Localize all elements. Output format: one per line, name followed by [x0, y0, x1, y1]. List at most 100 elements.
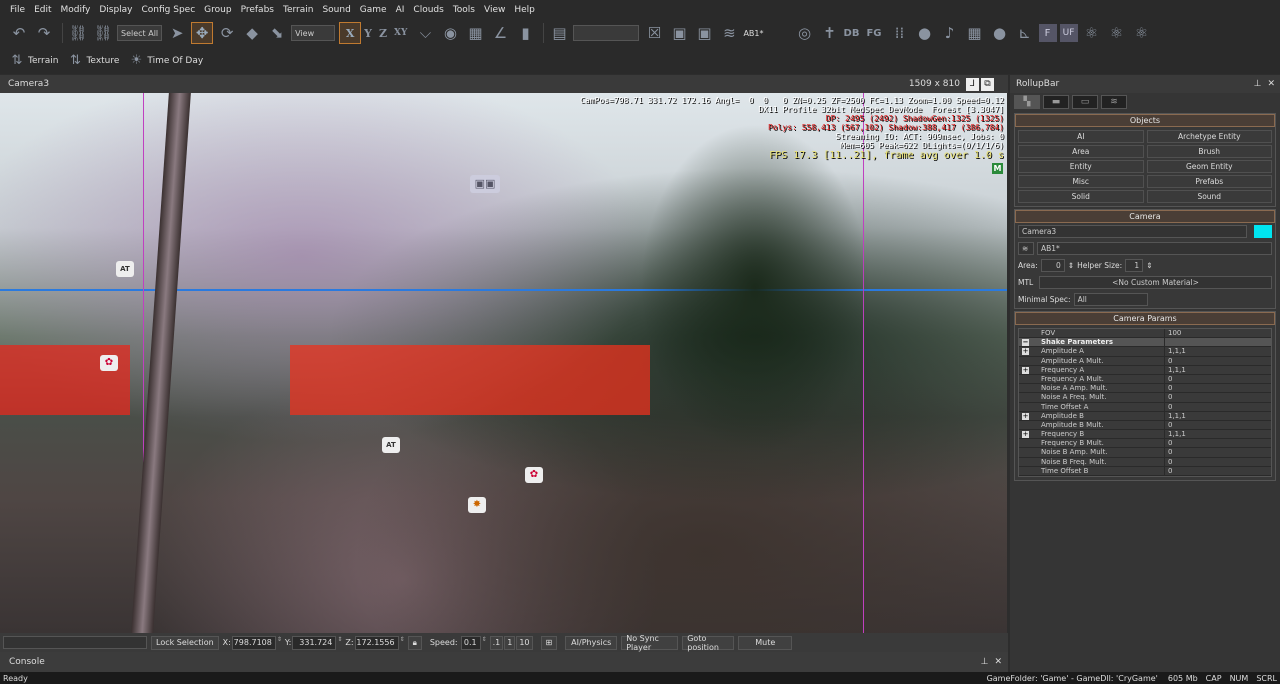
- axis-y-button[interactable]: Y: [364, 27, 372, 40]
- pin-icon[interactable]: ⊥: [981, 657, 989, 667]
- property-row[interactable]: + Amplitude B 1,1,1: [1019, 411, 1271, 421]
- property-value[interactable]: 0: [1165, 458, 1172, 466]
- axis-z-button[interactable]: Z: [379, 27, 387, 40]
- entity-helper-icon[interactable]: ✿: [525, 467, 543, 483]
- layer-icon[interactable]: ≋: [1018, 242, 1034, 255]
- menu-display[interactable]: Display: [99, 5, 132, 15]
- object-layer-field[interactable]: AB1*: [1037, 242, 1272, 255]
- object-name-input[interactable]: Camera3: [1018, 225, 1247, 238]
- property-row[interactable]: + Amplitude A 1,1,1: [1019, 347, 1271, 357]
- property-row[interactable]: Amplitude B Mult. 0: [1019, 420, 1271, 431]
- particle-helper-icon[interactable]: ✸: [468, 497, 486, 513]
- property-row[interactable]: Frequency A Mult. 0: [1019, 374, 1271, 385]
- import-icon[interactable]: ▣: [693, 22, 715, 44]
- expand-icon[interactable]: +: [1022, 348, 1029, 356]
- property-value[interactable]: 1,1,1: [1165, 366, 1186, 374]
- minimal-spec-dropdown[interactable]: All: [1073, 293, 1148, 306]
- menu-prefabs[interactable]: Prefabs: [241, 5, 274, 15]
- export-icon[interactable]: ▣: [668, 22, 690, 44]
- select-arrow-icon[interactable]: ➤: [166, 22, 188, 44]
- property-row[interactable]: Noise A Amp. Mult. 0: [1019, 384, 1271, 394]
- property-value[interactable]: 0: [1165, 357, 1172, 365]
- property-row[interactable]: Time Offset A 0: [1019, 402, 1271, 412]
- move-icon[interactable]: ✥: [191, 22, 214, 44]
- property-value[interactable]: 0: [1165, 467, 1172, 475]
- property-row[interactable]: Time Offset B 0: [1019, 466, 1271, 476]
- property-row[interactable]: Amplitude A Mult. 0: [1019, 356, 1271, 366]
- pin-icon[interactable]: ⊥: [1254, 79, 1262, 89]
- area-input[interactable]: 0: [1040, 259, 1065, 272]
- x-spinner[interactable]: ⇕: [277, 636, 282, 650]
- ai-physics-button[interactable]: AI/Physics: [565, 635, 618, 650]
- camera-icon[interactable]: ◉: [439, 22, 461, 44]
- layers-icon[interactable]: ≋: [718, 22, 740, 44]
- angle-snap-icon[interactable]: ∠: [489, 22, 511, 44]
- property-value[interactable]: 0: [1165, 439, 1172, 447]
- object-ai-button[interactable]: AI: [1018, 130, 1144, 143]
- ai-pick-icon[interactable]: ♪: [939, 22, 961, 44]
- viewport-resolution[interactable]: 1509 x 810: [909, 79, 960, 89]
- viewport-axis-icon[interactable]: ⅃: [966, 77, 979, 91]
- grid-dots-icon[interactable]: ⁞⁞: [889, 22, 911, 44]
- close-icon[interactable]: ✕: [1267, 79, 1275, 89]
- property-row[interactable]: − Shake Parameters: [1019, 338, 1271, 348]
- menu-ai[interactable]: AI: [396, 5, 405, 15]
- property-value[interactable]: 1,1,1: [1165, 347, 1186, 355]
- tab-display-icon[interactable]: ▭: [1072, 95, 1098, 109]
- property-value[interactable]: 100: [1165, 329, 1181, 337]
- expand-icon[interactable]: +: [1022, 412, 1029, 420]
- physics-icon[interactable]: ◎: [794, 22, 816, 44]
- tab-objects-icon[interactable]: ▚: [1014, 95, 1040, 109]
- menu-terrain[interactable]: Terrain: [283, 5, 313, 15]
- property-value[interactable]: [1165, 338, 1168, 346]
- terminal-icon[interactable]: ⊞: [540, 635, 558, 650]
- helper-size-spinner[interactable]: ⇕: [1146, 261, 1152, 270]
- current-layer[interactable]: AB1*: [743, 29, 763, 38]
- database-button[interactable]: DB: [844, 28, 860, 39]
- z-spinner[interactable]: ⇕: [400, 636, 405, 650]
- property-row[interactable]: FOV 100: [1019, 329, 1271, 339]
- property-row[interactable]: + Frequency B 1,1,1: [1019, 430, 1271, 440]
- camera-params-header[interactable]: Camera Params: [1015, 312, 1275, 325]
- selection-name-field[interactable]: [3, 636, 147, 649]
- y-spinner[interactable]: ⇕: [337, 636, 342, 650]
- 3d-viewport[interactable]: AT AT ✿ ✿ ✸ ▣▣ CamPos=798.71 331.72 172.…: [0, 93, 1007, 633]
- object-prefabs-button[interactable]: Prefabs: [1146, 175, 1272, 188]
- ruler-icon[interactable]: ▮: [514, 22, 536, 44]
- mute-button[interactable]: Mute: [738, 635, 793, 650]
- tab-terrain-icon[interactable]: ▬: [1043, 95, 1069, 109]
- unlink-icon[interactable]: ⛓: [92, 22, 114, 44]
- character-icon[interactable]: ✝: [819, 22, 841, 44]
- flowgraph-button[interactable]: FG: [866, 28, 881, 39]
- atom-play-icon[interactable]: ⚛: [1131, 22, 1153, 44]
- objects-header[interactable]: Objects: [1015, 114, 1275, 127]
- atom-gear-icon[interactable]: ⚛: [1106, 22, 1128, 44]
- property-row[interactable]: Noise B Amp. Mult. 0: [1019, 448, 1271, 458]
- collapse-icon[interactable]: −: [1022, 339, 1029, 347]
- property-row[interactable]: + Frequency A 1,1,1: [1019, 365, 1271, 375]
- object-geom-entity-button[interactable]: Geom Entity: [1146, 160, 1272, 173]
- ai-anchor-icon[interactable]: AT: [116, 261, 134, 277]
- z-coordinate-input[interactable]: 172.1556: [354, 635, 399, 650]
- redo-icon[interactable]: ↷: [33, 22, 55, 44]
- ai-point-icon[interactable]: ●: [914, 22, 936, 44]
- reference-coord-dropdown[interactable]: View: [291, 25, 336, 41]
- menu-clouds[interactable]: Clouds: [413, 5, 443, 15]
- object-misc-button[interactable]: Misc: [1018, 175, 1144, 188]
- ai-ground-icon[interactable]: ⊾: [1014, 22, 1036, 44]
- snap-terrain-icon[interactable]: ⌵: [414, 22, 436, 44]
- object-brush-button[interactable]: Brush: [1146, 145, 1272, 158]
- object-archetype-entity-button[interactable]: Archetype Entity: [1146, 130, 1272, 143]
- property-value[interactable]: 0: [1165, 393, 1172, 401]
- menu-tools[interactable]: Tools: [453, 5, 475, 15]
- selection-set-dropdown[interactable]: [573, 25, 640, 41]
- terrain-export-button[interactable]: ⇅ Terrain: [8, 50, 59, 72]
- object-solid-button[interactable]: Solid: [1018, 190, 1144, 203]
- property-value[interactable]: 0: [1165, 384, 1172, 392]
- delete-selection-icon[interactable]: ☒: [643, 22, 665, 44]
- property-value[interactable]: 0: [1165, 448, 1172, 456]
- speed-spinner[interactable]: ⇕: [482, 636, 487, 650]
- object-area-button[interactable]: Area: [1018, 145, 1144, 158]
- scale-icon[interactable]: ◆: [241, 22, 263, 44]
- expand-icon[interactable]: +: [1022, 431, 1029, 439]
